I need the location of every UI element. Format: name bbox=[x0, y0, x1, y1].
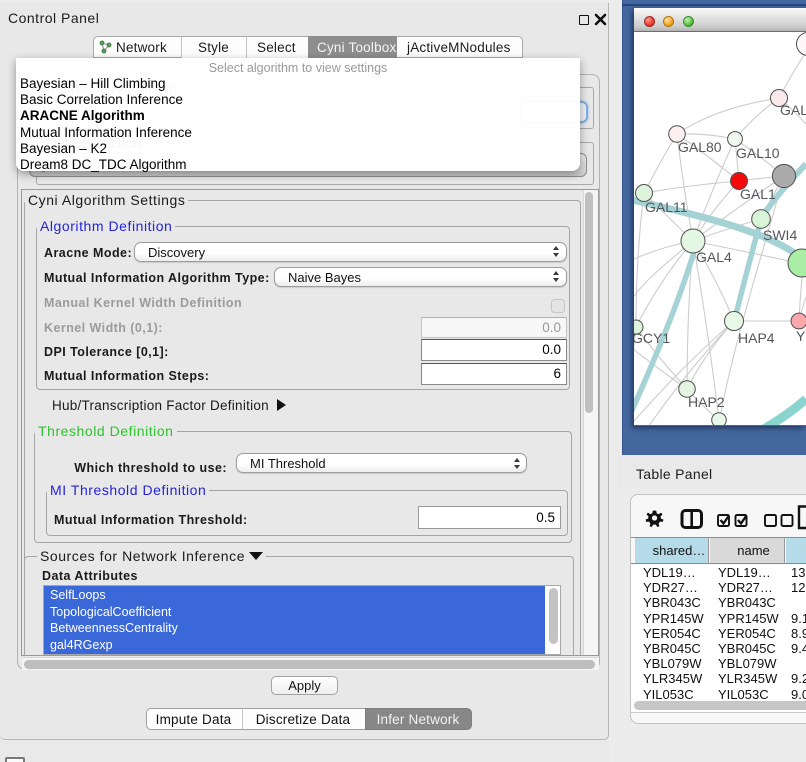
svg-text:GAL4: GAL4 bbox=[696, 249, 732, 265]
svg-text:HAP4: HAP4 bbox=[738, 330, 775, 346]
svg-text:HAP2: HAP2 bbox=[688, 394, 725, 410]
svg-text:GCY1: GCY1 bbox=[634, 330, 670, 346]
svg-text:SWI4: SWI4 bbox=[763, 227, 797, 243]
svg-text:GAL7: GAL7 bbox=[780, 102, 806, 118]
svg-text:Y: Y bbox=[796, 328, 806, 344]
svg-text:GAL80: GAL80 bbox=[678, 139, 722, 155]
svg-text:GAL11: GAL11 bbox=[645, 199, 688, 215]
svg-text:GAL1: GAL1 bbox=[740, 186, 776, 202]
svg-text:GAL10: GAL10 bbox=[736, 145, 780, 161]
